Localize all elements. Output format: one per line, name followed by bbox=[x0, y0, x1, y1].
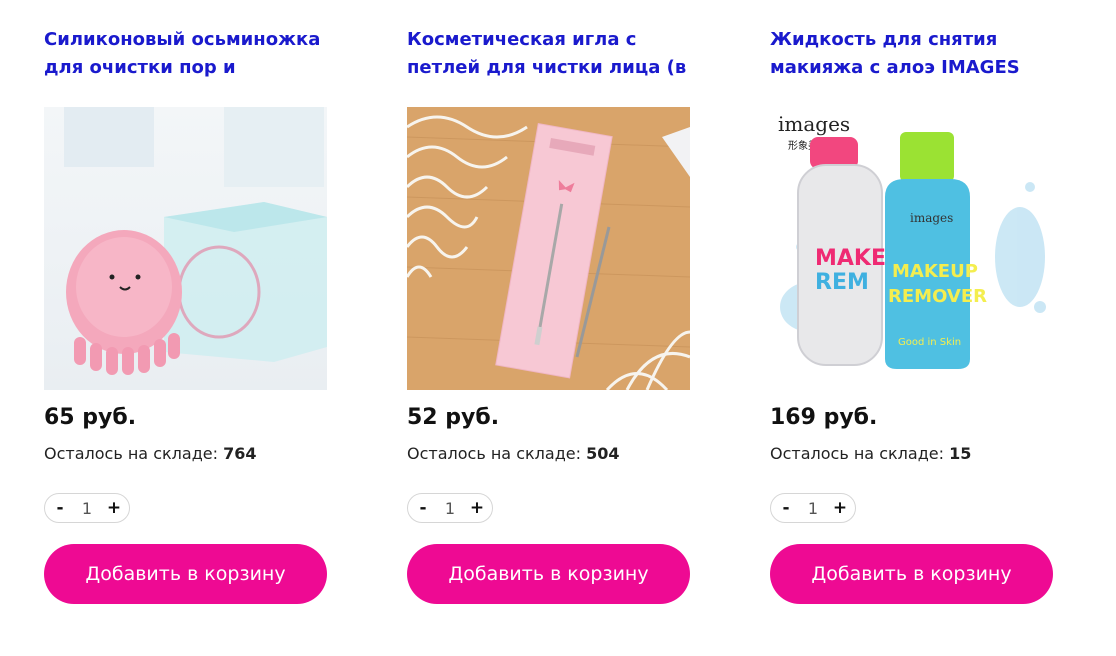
stock-label: Осталось на складе: bbox=[407, 444, 581, 463]
product-title[interactable]: Жидкость для снятия макияжа с алоэ IMAGE… bbox=[770, 26, 1054, 82]
stock-label: Осталось на складе: bbox=[770, 444, 944, 463]
stock-info: Осталось на складе: 504 bbox=[407, 444, 619, 463]
quantity-value[interactable]: 1 bbox=[798, 499, 828, 518]
product-card: Силиконовый осьминожка для очистки пор и bbox=[44, 0, 328, 656]
product-price: 65 руб. bbox=[44, 405, 137, 430]
quantity-value[interactable]: 1 bbox=[435, 499, 465, 518]
cosmetic-needle-image[interactable] bbox=[407, 107, 690, 390]
brand-logo-text: images bbox=[778, 112, 850, 136]
stock-info: Осталось на складе: 764 bbox=[44, 444, 256, 463]
quantity-value[interactable]: 1 bbox=[72, 499, 102, 518]
cosmetic-needle-illustration bbox=[407, 107, 690, 390]
blue-bottle-tag: Good in Skin bbox=[898, 337, 961, 348]
product-card: Жидкость для снятия макияжа с алоэ IMAGE… bbox=[770, 0, 1054, 656]
decrement-button[interactable]: - bbox=[51, 494, 69, 522]
product-title[interactable]: Косметическая игла с петлей для чистки л… bbox=[407, 26, 691, 82]
product-card: Косметическая игла с петлей для чистки л… bbox=[407, 0, 691, 656]
product-title[interactable]: Силиконовый осьминожка для очистки пор и bbox=[44, 26, 328, 82]
product-price: 169 руб. bbox=[770, 405, 878, 430]
octopus-sponge-image[interactable] bbox=[44, 107, 327, 390]
add-to-cart-button[interactable]: Добавить в корзину bbox=[407, 544, 690, 604]
increment-button[interactable]: + bbox=[468, 494, 486, 522]
blue-bottle-line1: MAKEUP bbox=[892, 261, 978, 282]
add-to-cart-button[interactable]: Добавить в корзину bbox=[770, 544, 1053, 604]
increment-button[interactable]: + bbox=[105, 494, 123, 522]
quantity-stepper: - 1 + bbox=[770, 493, 856, 523]
stock-value: 15 bbox=[949, 444, 972, 463]
product-price: 52 руб. bbox=[407, 405, 500, 430]
increment-button[interactable]: + bbox=[831, 494, 849, 522]
add-to-cart-button[interactable]: Добавить в корзину bbox=[44, 544, 327, 604]
blue-bottle-brand: images bbox=[910, 211, 953, 225]
decrement-button[interactable]: - bbox=[777, 494, 795, 522]
makeup-remover-illustration: images 形象美 MAKE REM images MAKEUP REMOVE… bbox=[770, 107, 1053, 390]
pink-bottle-label: MAKE bbox=[815, 246, 886, 271]
quantity-stepper: - 1 + bbox=[407, 493, 493, 523]
stock-info: Осталось на складе: 15 bbox=[770, 444, 971, 463]
makeup-remover-image[interactable]: images 形象美 MAKE REM images MAKEUP REMOVE… bbox=[770, 107, 1053, 390]
blue-bottle-line2: REMOVER bbox=[888, 286, 987, 307]
pink-bottle-label-2: REM bbox=[815, 270, 869, 295]
stock-label: Осталось на складе: bbox=[44, 444, 218, 463]
stock-value: 504 bbox=[586, 444, 620, 463]
quantity-stepper: - 1 + bbox=[44, 493, 130, 523]
decrement-button[interactable]: - bbox=[414, 494, 432, 522]
stock-value: 764 bbox=[223, 444, 257, 463]
octopus-sponge-illustration bbox=[44, 107, 327, 390]
